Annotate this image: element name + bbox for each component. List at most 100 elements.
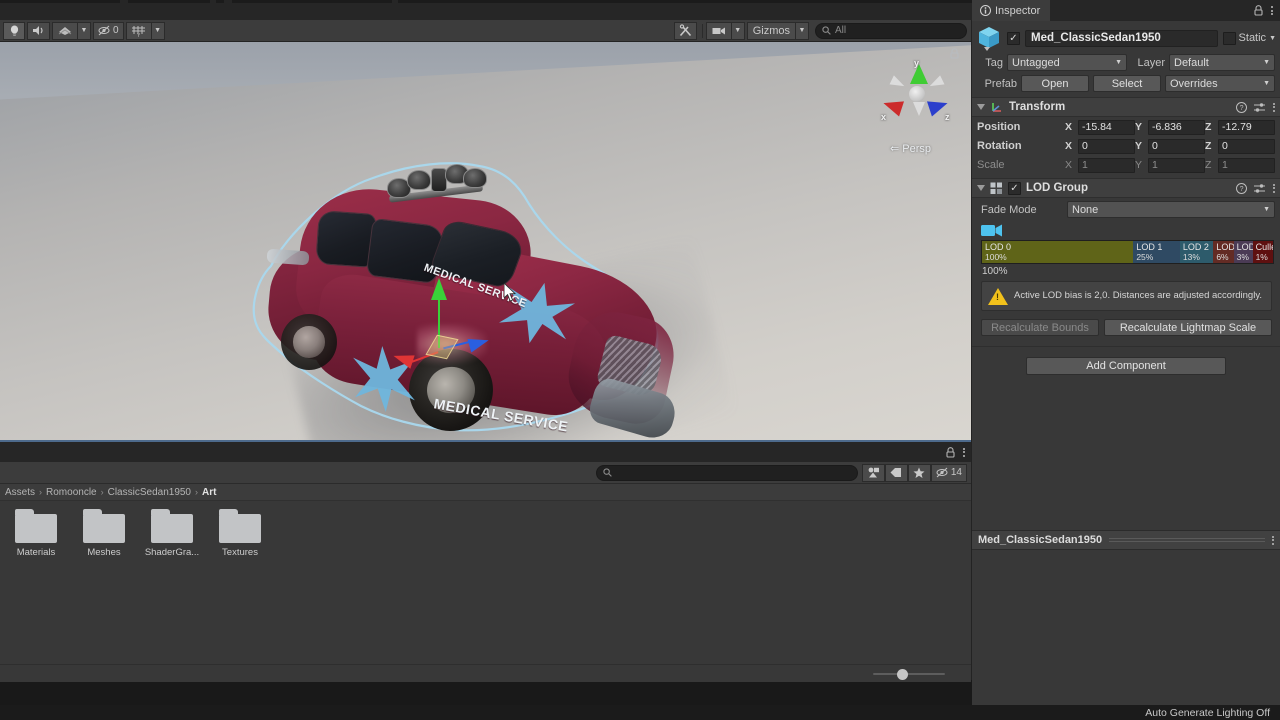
grid-dropdown[interactable]: Y ▼	[125, 21, 165, 40]
breadcrumb-item-classicsedan1950[interactable]: ClassicSedan1950	[108, 487, 191, 498]
lod-level-culled[interactable]: Culled 1%	[1252, 241, 1273, 263]
chevron-down-icon[interactable]: ▼	[77, 21, 91, 40]
filter-type-icon[interactable]	[861, 463, 885, 482]
drag-handle[interactable]	[1109, 538, 1265, 542]
gizmo-axis-y[interactable]	[431, 278, 447, 300]
tag-icon[interactable]	[884, 463, 908, 482]
grid-axis-icon[interactable]: Y	[125, 21, 151, 40]
gizmo-axis-x[interactable]	[391, 349, 415, 369]
asset-zoom-slider[interactable]	[873, 668, 945, 680]
lod-level-4[interactable]: LOD 3%	[1233, 241, 1253, 263]
lock-icon[interactable]	[946, 446, 955, 458]
chevron-down-icon[interactable]: ▼	[1269, 35, 1276, 42]
rotation-z-input[interactable]: 0	[1218, 138, 1275, 154]
list-item[interactable]: Meshes	[82, 509, 126, 558]
tab-inspector[interactable]: Inspector	[972, 0, 1051, 21]
scale-x-input[interactable]: 1	[1078, 157, 1135, 173]
project-search-input[interactable]	[595, 464, 858, 481]
position-y-input[interactable]: -6.836	[1148, 119, 1205, 135]
prefab-overrides-dropdown[interactable]: Overrides ▼	[1165, 75, 1275, 92]
rotation-y-input[interactable]: 0	[1148, 138, 1205, 154]
list-item[interactable]: ShaderGra...	[145, 509, 199, 558]
scale-y-input[interactable]: 1	[1148, 157, 1205, 173]
scene-orientation-gizmo[interactable]: y x z	[880, 58, 953, 130]
object-enabled-checkbox[interactable]: ✓	[1007, 31, 1020, 45]
material-preview-header[interactable]: Med_ClassicSedan1950	[972, 531, 1280, 550]
breadcrumb-item-assets[interactable]: Assets	[5, 487, 35, 498]
fx-dropdown[interactable]: ▼	[52, 21, 91, 40]
move-gizmo[interactable]	[391, 278, 513, 398]
wrench-screwdriver-icon[interactable]	[673, 21, 697, 40]
slider-knob[interactable]	[897, 668, 908, 680]
chevron-down-icon[interactable]	[977, 185, 985, 191]
recalculate-bounds-button[interactable]: Recalculate Bounds	[981, 319, 1099, 336]
gizmos-label[interactable]: Gizmos	[746, 21, 795, 40]
lock-icon[interactable]	[1254, 5, 1263, 16]
position-x-input[interactable]: -15.84	[1078, 119, 1135, 135]
component-header-lod-group[interactable]: ✓ LOD Group ?	[972, 178, 1280, 198]
kebab-menu-icon[interactable]	[963, 447, 965, 457]
static-checkbox[interactable]	[1222, 31, 1236, 45]
position-y[interactable]: Y -6.836	[1135, 119, 1205, 135]
position-z[interactable]: Z -12.79	[1205, 119, 1275, 135]
lock-icon[interactable]	[950, 48, 959, 59]
speaker-icon[interactable]	[27, 21, 50, 40]
camera-dropdown[interactable]: ▼	[705, 21, 745, 40]
projection-mode-label[interactable]: ⇐ Persp	[890, 142, 931, 156]
kebab-menu-icon[interactable]	[1273, 102, 1275, 112]
component-header-transform[interactable]: Transform ?	[972, 97, 1280, 117]
chevron-down-icon[interactable]	[977, 104, 985, 110]
help-circle-icon[interactable]: ?	[1236, 182, 1247, 194]
help-circle-icon[interactable]: ?	[1236, 101, 1247, 113]
fx-icon[interactable]	[52, 21, 77, 40]
rotation-y[interactable]: Y 0	[1135, 138, 1205, 154]
lod-level-1[interactable]: LOD 1 25%	[1133, 241, 1180, 263]
fade-mode-dropdown[interactable]: None ▼	[1067, 201, 1275, 218]
star-icon[interactable]	[907, 463, 931, 482]
material-preview-area[interactable]	[972, 550, 1280, 706]
lightbulb-icon[interactable]	[3, 21, 25, 40]
breadcrumb-item-art[interactable]: Art	[202, 487, 216, 498]
preset-sliders-icon[interactable]	[1254, 102, 1266, 113]
list-item[interactable]: Materials	[14, 509, 58, 558]
preset-sliders-icon[interactable]	[1254, 183, 1266, 194]
lod-levels-bar[interactable]: LOD 0 100% LOD 1 25% LOD 2 13% LOD 6% LO…	[981, 240, 1274, 264]
lod-camera-icon[interactable]	[981, 223, 1003, 238]
chevron-down-icon[interactable]: ▼	[150, 21, 165, 40]
prefab-open-button[interactable]: Open	[1021, 75, 1089, 92]
prefab-select-button[interactable]: Select	[1093, 75, 1161, 92]
kebab-menu-icon[interactable]	[1273, 183, 1275, 193]
lod-group-enabled-checkbox[interactable]: ✓	[1008, 181, 1021, 195]
rotation-x[interactable]: X 0	[1065, 138, 1135, 154]
lod-level-0[interactable]: LOD 0 100%	[982, 241, 1134, 263]
breadcrumb-item-romooncle[interactable]: Romooncle	[46, 487, 97, 498]
rotation-x-input[interactable]: 0	[1078, 138, 1135, 154]
axis-label: Z	[1205, 121, 1212, 133]
hidden-assets-toggle[interactable]: 14	[930, 463, 967, 482]
chevron-down-icon[interactable]: ▼	[730, 21, 745, 40]
car-model-medical-sedan[interactable]: MEDICAL SERVICE MEDICAL SERVICE	[243, 130, 681, 440]
lod-level-2[interactable]: LOD 2 13%	[1179, 241, 1214, 263]
tag-dropdown[interactable]: Untagged ▼	[1007, 54, 1127, 71]
scale-z[interactable]: Z 1	[1205, 157, 1275, 173]
rotation-z[interactable]: Z 0	[1205, 138, 1275, 154]
layer-dropdown[interactable]: Default ▼	[1169, 54, 1275, 71]
chevron-down-icon[interactable]: ▼	[795, 21, 809, 40]
object-name-input[interactable]: Med_ClassicSedan1950	[1025, 29, 1218, 47]
camera-icon[interactable]	[705, 21, 731, 40]
add-component-button[interactable]: Add Component	[1026, 357, 1226, 375]
gizmos-dropdown[interactable]: Gizmos ▼	[746, 21, 809, 40]
lod-level-3[interactable]: LOD 6%	[1213, 241, 1234, 263]
scene-viewport[interactable]: MEDICAL SERVICE MEDICAL SERVICE y x z ⇐ …	[0, 42, 971, 440]
recalculate-lightmap-scale-button[interactable]: Recalculate Lightmap Scale	[1104, 319, 1272, 336]
scene-search-input[interactable]: All	[815, 22, 967, 39]
kebab-menu-icon[interactable]	[1271, 6, 1273, 15]
scale-x[interactable]: X 1	[1065, 157, 1135, 173]
scale-y[interactable]: Y 1	[1135, 157, 1205, 173]
position-z-input[interactable]: -12.79	[1218, 119, 1275, 135]
list-item[interactable]: Textures	[218, 509, 262, 558]
scale-z-input[interactable]: 1	[1218, 157, 1275, 173]
position-x[interactable]: X -15.84	[1065, 119, 1135, 135]
hidden-objects-toggle[interactable]: 0	[93, 21, 124, 40]
kebab-menu-icon[interactable]	[1272, 535, 1274, 545]
